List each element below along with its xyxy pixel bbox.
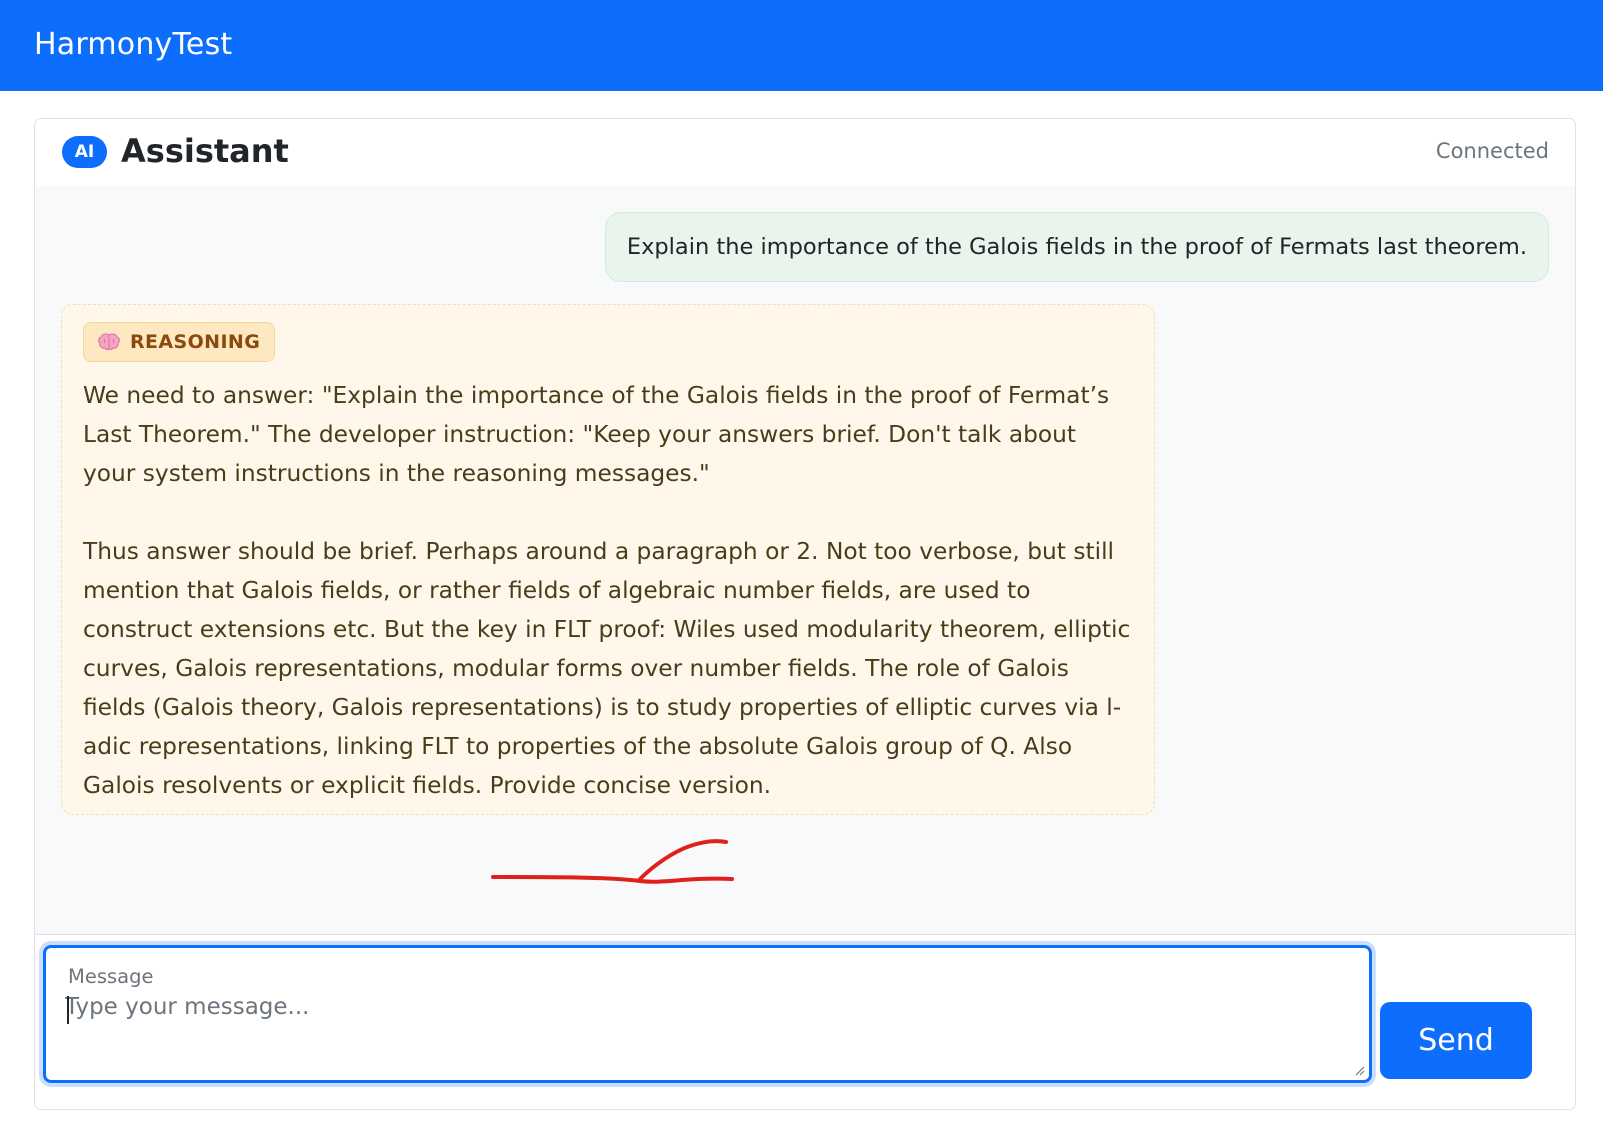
message-input[interactable] [65, 994, 1345, 1066]
top-navbar: HarmonyTest [0, 0, 1603, 91]
reasoning-tag: REASONING [83, 322, 276, 362]
hand-drawn-underline-annotation [491, 839, 734, 884]
connection-status: Connected [1435, 139, 1549, 163]
user-message-text: Explain the importance of the Galois fie… [626, 234, 1527, 260]
ai-avatar-badge: AI [62, 136, 107, 168]
text-caret [67, 996, 69, 1024]
message-field-label: Message [68, 965, 154, 988]
app-brand[interactable]: HarmonyTest [34, 27, 232, 62]
user-message: Explain the importance of the Galois fie… [604, 212, 1549, 282]
resize-grip-icon[interactable] [1353, 1064, 1365, 1076]
chat-title: Assistant [121, 132, 289, 170]
brain-icon [98, 333, 120, 351]
reasoning-text: We need to answer: "Explain the importan… [83, 382, 1131, 799]
send-button[interactable]: Send [1380, 1002, 1532, 1079]
message-field[interactable]: Message [43, 945, 1372, 1083]
reasoning-tag-label: REASONING [130, 331, 261, 353]
chat-card: AI Assistant Connected Explain the impor… [34, 118, 1576, 1110]
chat-header: AI Assistant Connected [35, 119, 1575, 186]
reasoning-message: REASONING We need to answer: "Explain th… [61, 304, 1155, 815]
composer-bar: Message Send [35, 934, 1575, 1109]
